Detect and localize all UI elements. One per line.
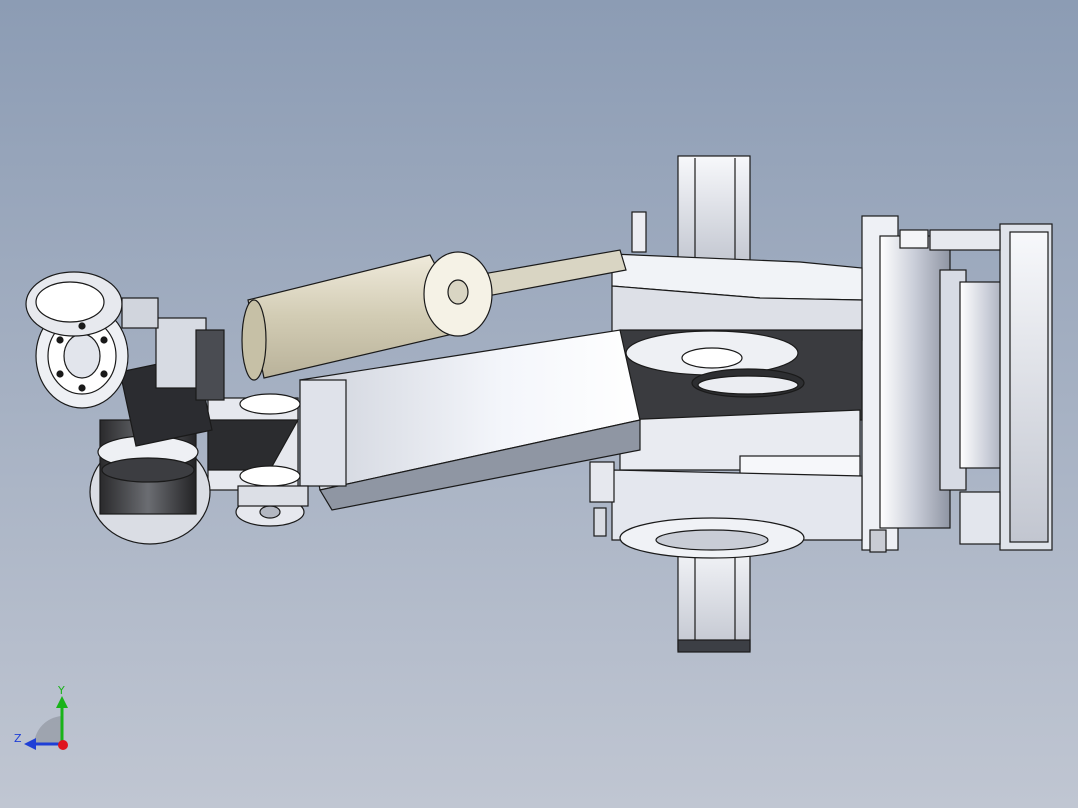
axis-triad[interactable]: Y Z [10,684,80,754]
y-axis-label: Y [57,684,65,697]
z-axis-arrowhead-icon [24,738,36,750]
triad-plane-icon [34,716,62,744]
robot-arm-model[interactable] [0,0,1078,808]
3d-viewport[interactable]: Y Z [0,0,1078,808]
y-axis-arrowhead-icon [56,696,68,708]
x-axis-point-icon [58,740,68,750]
z-axis-label: Z [14,732,22,745]
